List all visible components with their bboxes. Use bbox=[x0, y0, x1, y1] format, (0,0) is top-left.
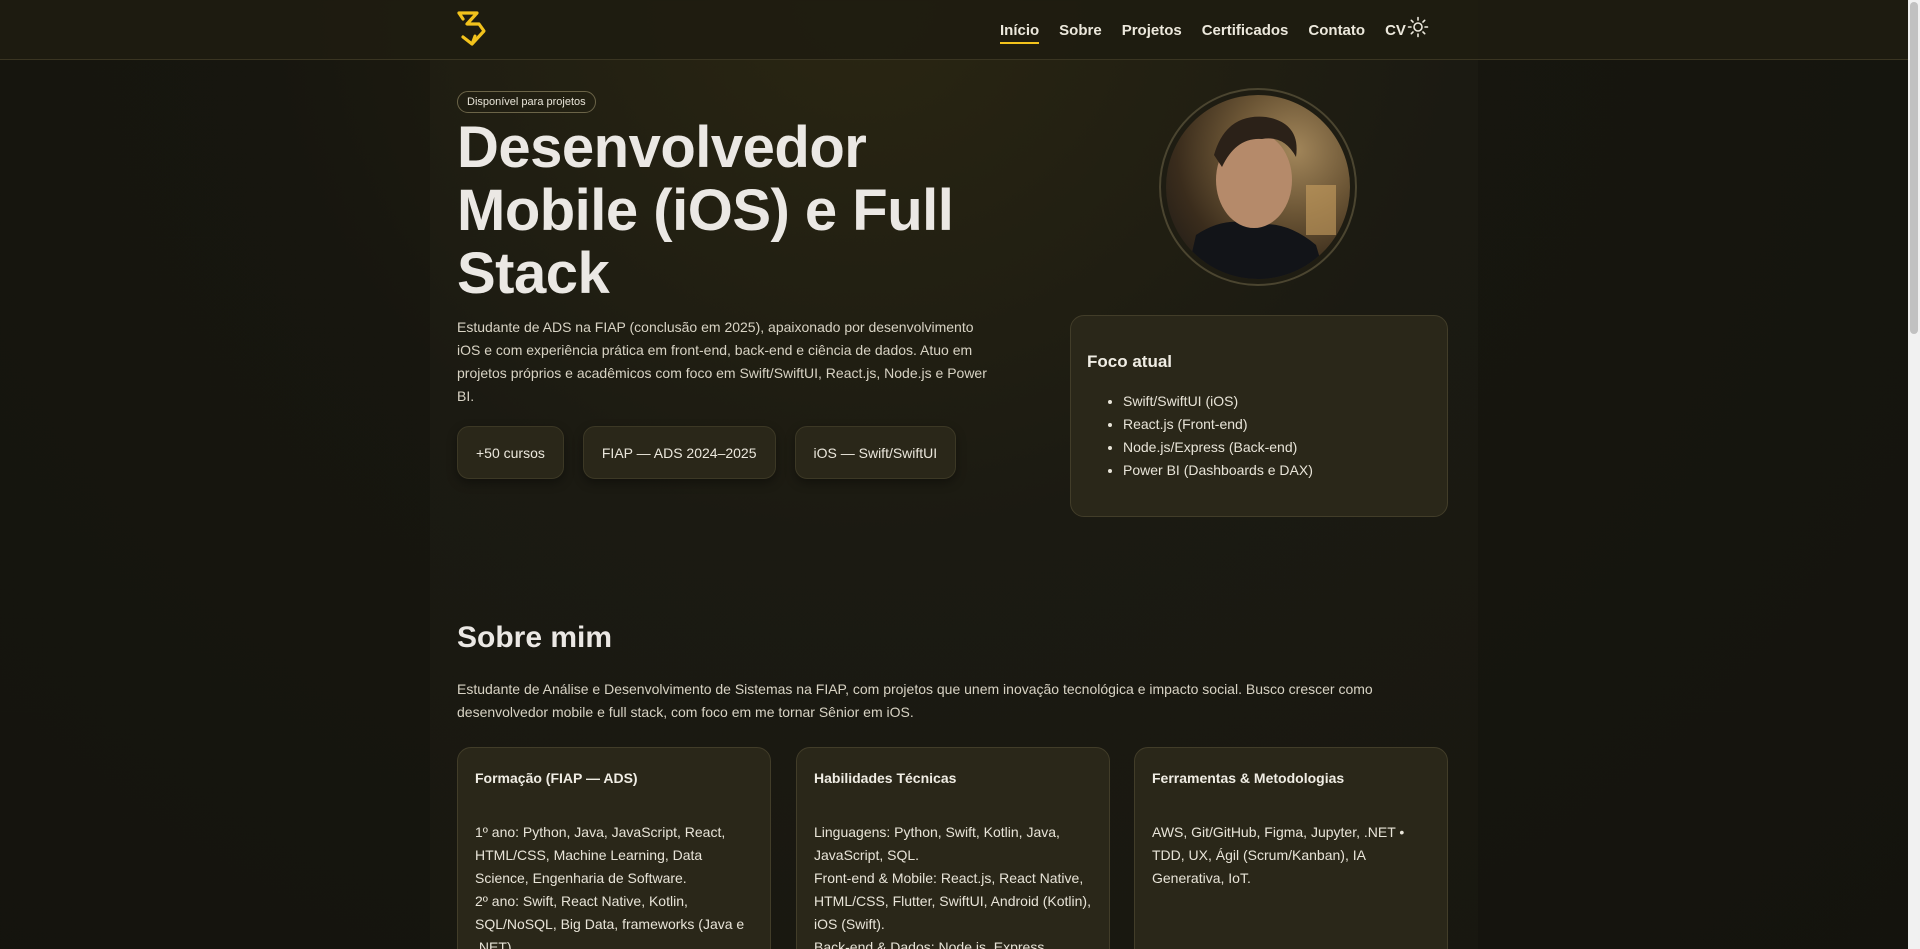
chip-fiap: FIAP — ADS 2024–2025 bbox=[582, 426, 776, 479]
tools-card-title: Ferramentas & Metodologias bbox=[1152, 770, 1345, 786]
nav-contato[interactable]: Contato bbox=[1308, 14, 1365, 47]
tools-card: Ferramentas & Metodologias AWS, Git/GitH… bbox=[1134, 747, 1448, 949]
skills-line: Linguagens: Python, Swift, Kotlin, Java,… bbox=[814, 824, 1060, 863]
page-scrollbar[interactable] bbox=[1908, 0, 1920, 949]
nav-inicio[interactable]: Início bbox=[1000, 14, 1040, 47]
site-header: Início Sobre Projetos Certificados Conta… bbox=[0, 0, 1908, 60]
availability-badge: Disponível para projetos bbox=[457, 91, 596, 113]
page-side-shade-right bbox=[1478, 0, 1908, 949]
nav-cv[interactable]: CV bbox=[1385, 14, 1406, 47]
nav-projetos[interactable]: Projetos bbox=[1122, 14, 1182, 47]
page-side-shade-left bbox=[0, 0, 430, 949]
education-card: Formação (FIAP — ADS) 1º ano: Python, Ja… bbox=[457, 747, 771, 949]
focus-item: React.js (Front-end) bbox=[1123, 413, 1431, 436]
profile-photo bbox=[1166, 95, 1350, 279]
focus-item: Node.js/Express (Back-end) bbox=[1123, 436, 1431, 459]
main-nav: Início Sobre Projetos Certificados Conta… bbox=[1000, 0, 1406, 60]
skills-line: Back-end & Dados: Node.js, Express bbox=[814, 939, 1045, 949]
skills-line: Front-end & Mobile: React.js, React Nati… bbox=[814, 870, 1091, 932]
scrollbar-thumb[interactable] bbox=[1910, 2, 1918, 334]
sun-icon[interactable] bbox=[1407, 16, 1429, 38]
skills-card: Habilidades Técnicas Linguagens: Python,… bbox=[796, 747, 1110, 949]
education-card-title: Formação (FIAP — ADS) bbox=[475, 770, 638, 786]
skills-card-title: Habilidades Técnicas bbox=[814, 770, 957, 786]
current-focus-card: Foco atual Swift/SwiftUI (iOS) React.js … bbox=[1070, 315, 1448, 517]
about-section-description: Estudante de Análise e Desenvolvimento d… bbox=[457, 681, 1373, 720]
hero-title: Desenvolvedor Mobile (iOS) e Full Stack bbox=[457, 115, 954, 306]
about-section-title: Sobre mim bbox=[457, 621, 613, 654]
education-line: 2º ano: Swift, React Native, Kotlin, SQL… bbox=[475, 893, 745, 949]
tools-line: AWS, Git/GitHub, Figma, Jupyter, .NET • … bbox=[1152, 824, 1405, 886]
focus-item: Swift/SwiftUI (iOS) bbox=[1123, 390, 1431, 413]
hero-chips: +50 cursos FIAP — ADS 2024–2025 iOS — Sw… bbox=[457, 426, 957, 479]
hero-description: Estudante de ADS na FIAP (conclusão em 2… bbox=[457, 319, 987, 404]
profile-photo-illustration bbox=[1186, 116, 1336, 279]
focus-item: Power BI (Dashboards e DAX) bbox=[1123, 459, 1431, 482]
chip-courses: +50 cursos bbox=[457, 426, 564, 479]
avatar bbox=[1159, 88, 1357, 286]
focus-title: Foco atual bbox=[1087, 352, 1173, 371]
nav-sobre[interactable]: Sobre bbox=[1059, 14, 1102, 47]
focus-list: Swift/SwiftUI (iOS) React.js (Front-end)… bbox=[1087, 390, 1431, 482]
nav-certificados[interactable]: Certificados bbox=[1202, 14, 1289, 47]
chip-ios: iOS — Swift/SwiftUI bbox=[794, 426, 957, 479]
education-line: 1º ano: Python, Java, JavaScript, React,… bbox=[475, 824, 726, 886]
logo-icon[interactable] bbox=[455, 9, 489, 47]
